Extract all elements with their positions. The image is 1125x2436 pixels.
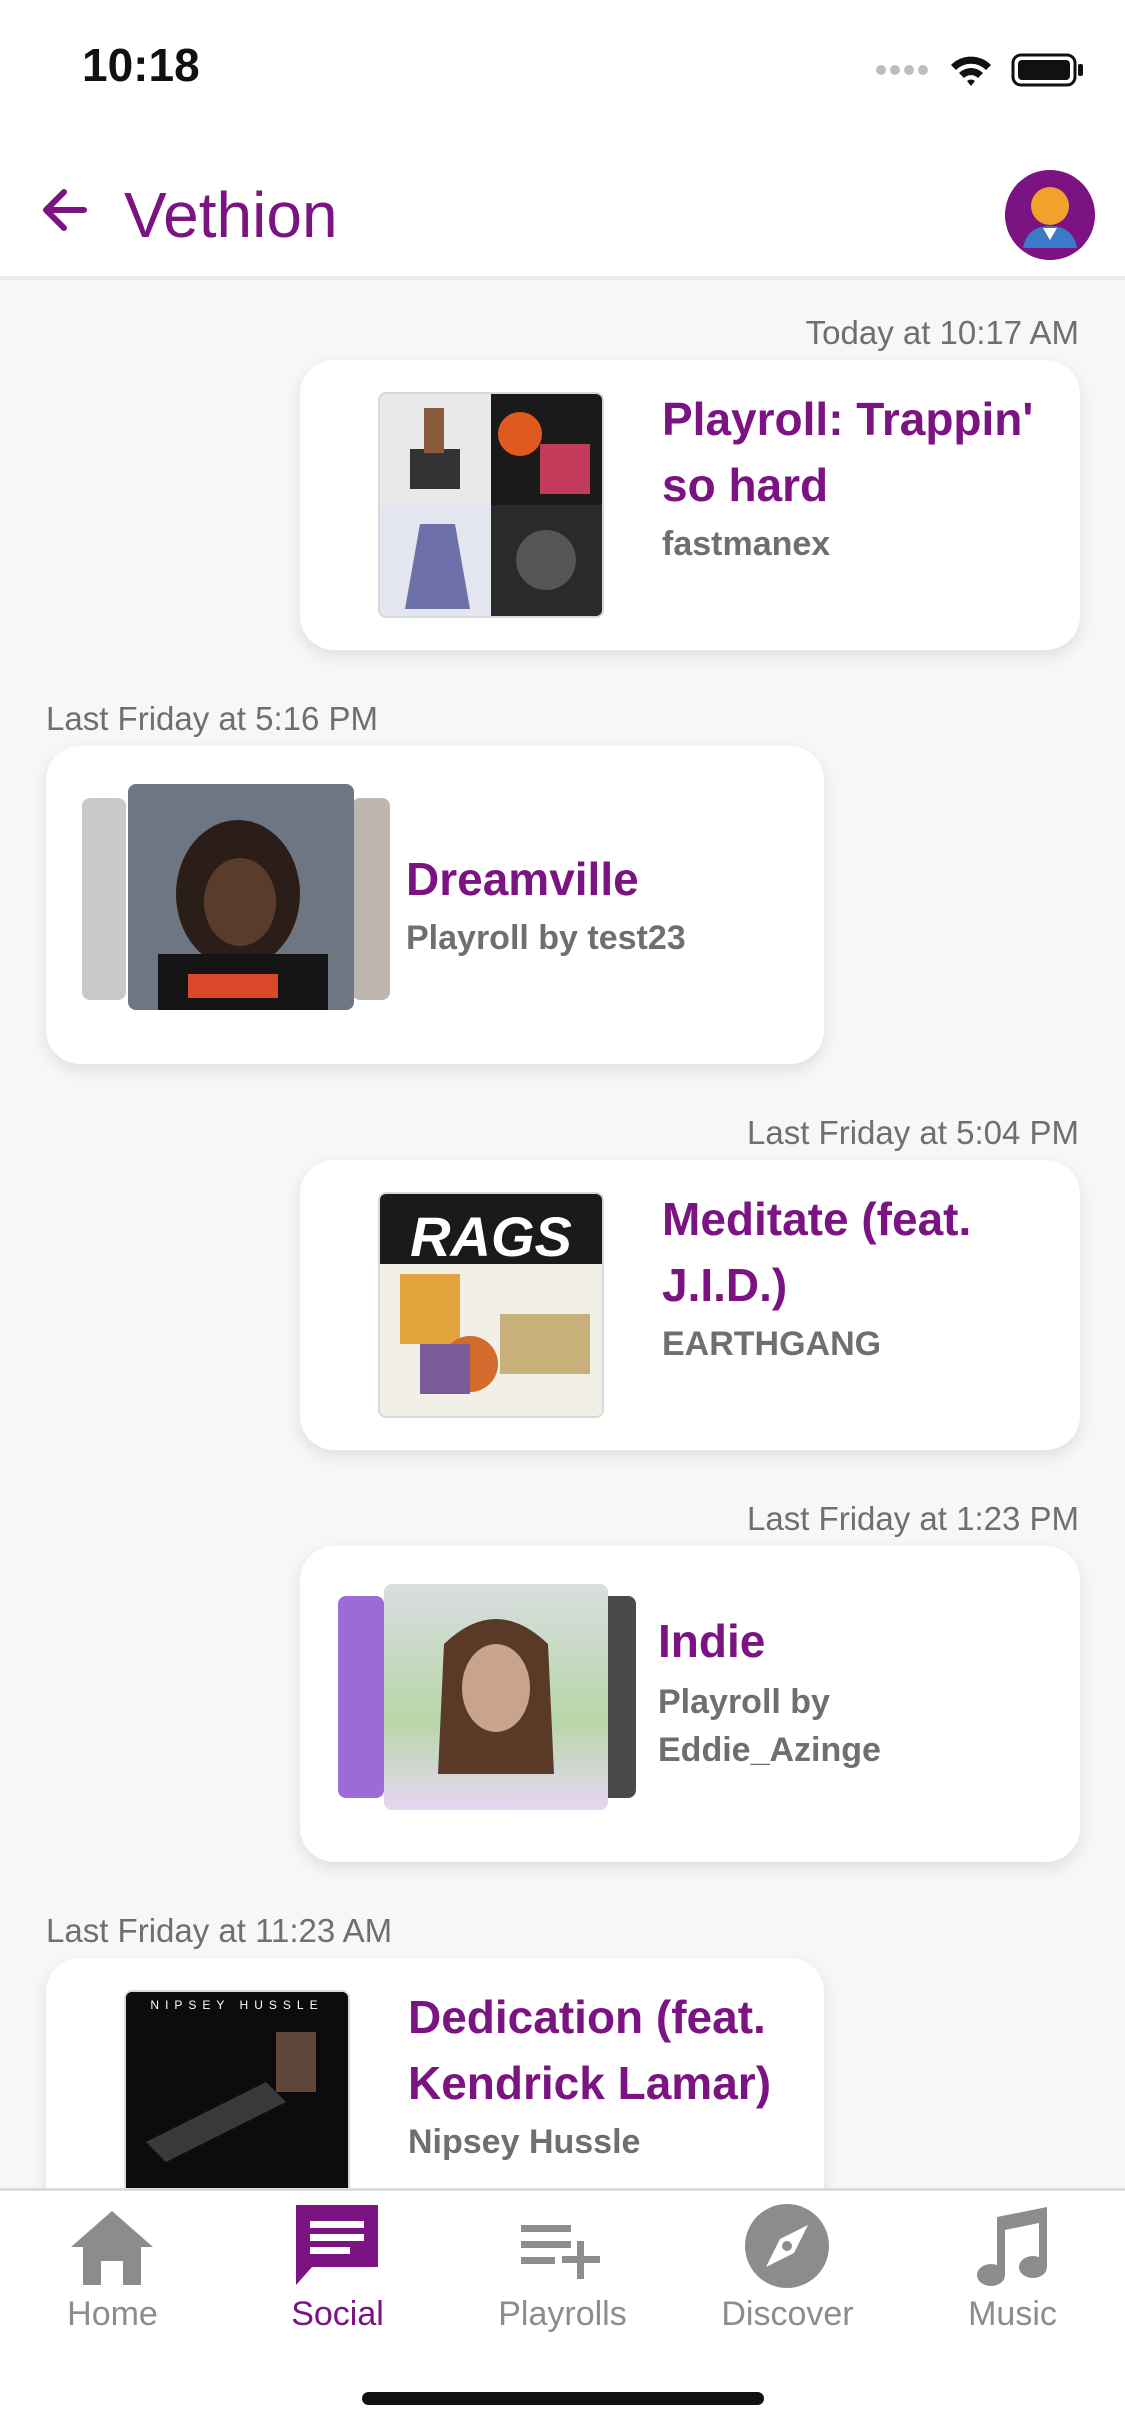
tab-discover[interactable]: Discover	[675, 2191, 900, 2351]
album-cover	[126, 1992, 348, 2188]
playroll-cover-image	[128, 784, 354, 1010]
message-timestamp: Last Friday at 1:23 PM	[747, 1500, 1079, 1537]
tab-playrolls[interactable]: Playrolls	[450, 2191, 675, 2351]
shared-playroll-card[interactable]: Indie Playroll by Eddie_Azinge	[300, 1546, 1080, 1862]
album-art-text: RAGS	[410, 1205, 572, 1268]
user-avatar-icon	[1005, 170, 1095, 260]
cover-photo	[384, 1584, 608, 1810]
card-subtitle: Playroll by test23	[406, 919, 686, 957]
home-icon	[71, 2211, 153, 2285]
message-timestamp: Last Friday at 11:23 AM	[46, 1912, 393, 1949]
album-art-text: NIPSEY HUSSLE	[150, 1998, 324, 2012]
tab-label: Playrolls	[498, 2295, 627, 2333]
status-icons	[875, 50, 1085, 90]
home-indicator[interactable]	[362, 2392, 764, 2405]
tab-social[interactable]: Social	[225, 2191, 450, 2351]
card-title-line: J.I.D.)	[662, 1259, 788, 1311]
tab-label: Home	[67, 2295, 158, 2333]
tab-home[interactable]: Home	[0, 2191, 225, 2351]
shared-playroll-card[interactable]: Dreamville Playroll by test23	[46, 746, 824, 1064]
collage-image	[380, 394, 602, 616]
stack-art-back	[338, 1596, 384, 1798]
album-art: RAGS	[378, 1192, 604, 1418]
card-subtitle: EARTHGANG	[662, 1325, 882, 1363]
card-title-line: Playroll: Trappin'	[662, 393, 1034, 445]
shared-song-card[interactable]: RAGS Meditate (feat. J.I.D.) EARTHGANG	[300, 1160, 1080, 1450]
signal-icon	[876, 65, 928, 75]
card-subtitle: Playroll by	[658, 1683, 830, 1721]
tab-label: Music	[968, 2295, 1057, 2333]
playroll-cover-image	[384, 1584, 608, 1810]
battery-icon	[1011, 53, 1083, 87]
card-subtitle: Nipsey Hussle	[408, 2123, 641, 2161]
card-title-line: Kendrick Lamar)	[408, 2057, 772, 2109]
page-title: Vethion	[124, 179, 338, 251]
conversation-header: Vethion	[0, 140, 1125, 280]
shared-song-card[interactable]: NIPSEY HUSSLE Dedication (feat. Kendrick…	[46, 1958, 824, 2188]
card-title-line: Meditate (feat.	[662, 1193, 972, 1245]
back-arrow-icon[interactable]	[36, 180, 96, 240]
status-time: 10:18	[82, 39, 200, 91]
message-timestamp: Today at 10:17 AM	[805, 314, 1079, 351]
stack-art-back	[352, 798, 390, 1000]
album-art: NIPSEY HUSSLE	[124, 1990, 350, 2188]
card-subtitle: Eddie_Azinge	[658, 1731, 881, 1769]
compass-icon	[745, 2204, 829, 2288]
stack-art-back	[82, 798, 126, 1000]
message-feed[interactable]: Today at 10:17 AM Playroll: Trappin' so …	[0, 280, 1125, 2188]
tab-label: Social	[291, 2295, 384, 2333]
tab-music[interactable]: Music	[900, 2191, 1125, 2351]
album-art-collage	[378, 392, 604, 618]
playlist-add-icon	[521, 2225, 600, 2279]
card-title-line: Dreamville	[406, 853, 639, 905]
shared-playroll-card[interactable]: Playroll: Trappin' so hard fastmanex	[300, 360, 1080, 650]
chat-icon	[296, 2205, 378, 2285]
card-subtitle: fastmanex	[662, 525, 831, 563]
wifi-icon	[951, 56, 991, 86]
tab-label: Discover	[721, 2295, 854, 2333]
card-title-line: Indie	[658, 1615, 766, 1667]
status-bar: 10:18	[0, 0, 1125, 140]
message-timestamp: Last Friday at 5:04 PM	[747, 1114, 1079, 1151]
music-note-icon	[977, 2207, 1047, 2286]
card-title-line: Dedication (feat.	[408, 1991, 766, 2043]
message-timestamp: Last Friday at 5:16 PM	[46, 700, 378, 737]
cover-photo	[128, 784, 354, 1010]
card-title-line: so hard	[662, 459, 829, 511]
avatar[interactable]	[1005, 170, 1095, 260]
